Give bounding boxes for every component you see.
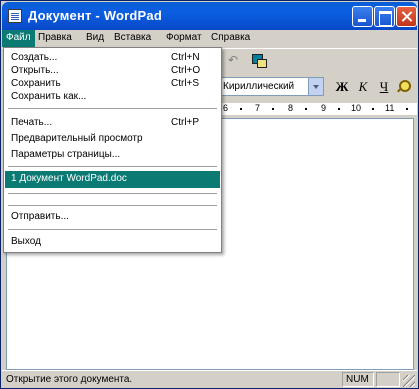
italic-button[interactable]: К xyxy=(355,79,371,95)
menu-separator xyxy=(8,205,217,206)
charset-value: Кириллический xyxy=(223,81,295,92)
menu-format[interactable]: Формат xyxy=(162,30,206,47)
ruler-number: 8 xyxy=(288,103,294,113)
insert-object-icon[interactable] xyxy=(250,52,268,69)
menu-separator xyxy=(8,166,217,167)
menu-insert[interactable]: Вставка xyxy=(110,30,155,47)
undo-icon[interactable]: ↶ xyxy=(224,52,242,69)
status-text: Открытие этого документа. xyxy=(6,374,133,385)
menu-item-recent-file[interactable]: 1 Документ WordPad.doc xyxy=(5,171,220,188)
maximize-button[interactable] xyxy=(374,6,395,27)
menu-bar: Файл Правка Вид Вставка Формат Справка xyxy=(2,30,417,47)
menu-item-label: Выход xyxy=(11,236,41,247)
color-picker-icon[interactable] xyxy=(396,79,412,95)
menu-item-label: Предварительный просмотр xyxy=(11,133,143,144)
title-bar[interactable]: Документ - WordPad xyxy=(2,2,417,30)
ruler-tick xyxy=(406,108,408,110)
ruler-number: 10 xyxy=(351,103,362,113)
ruler-number: 7 xyxy=(255,103,261,113)
ruler-number: 11 xyxy=(385,103,395,113)
menu-item-label: 1 Документ WordPad.doc xyxy=(11,173,127,184)
menu-item-print-preview[interactable]: Предварительный просмотр xyxy=(5,131,220,148)
wordpad-window: Документ - WordPad Файл Правка Вид Встав… xyxy=(0,0,419,389)
menu-item-page-setup[interactable]: Параметры страницы... xyxy=(5,147,220,164)
menu-separator xyxy=(8,108,217,109)
menu-item-label: Сохранить как... xyxy=(11,91,87,102)
num-lock-indicator: NUM xyxy=(342,372,374,387)
menu-item-label: Параметры страницы... xyxy=(11,149,121,160)
menu-file[interactable]: Файл xyxy=(2,30,35,47)
menu-edit[interactable]: Правка xyxy=(34,30,76,47)
wordpad-app-icon[interactable] xyxy=(8,9,22,23)
bold-button[interactable]: Ж xyxy=(334,79,350,95)
close-button[interactable] xyxy=(396,6,417,27)
ruler-tick xyxy=(338,108,340,110)
status-bar: Открытие этого документа. NUM xyxy=(2,370,417,388)
menu-item-exit[interactable]: Выход xyxy=(5,234,220,251)
menu-item-shortcut: Ctrl+P xyxy=(171,117,200,128)
resize-grip-icon[interactable] xyxy=(403,375,415,387)
menu-help[interactable]: Справка xyxy=(207,30,254,47)
charset-select[interactable]: Кириллический xyxy=(220,77,324,96)
minimize-button[interactable] xyxy=(352,6,373,27)
menu-item-print[interactable]: Печать... Ctrl+P xyxy=(5,115,220,132)
window-title: Документ - WordPad xyxy=(28,8,162,23)
menu-item-send[interactable]: Отправить... xyxy=(5,209,220,226)
file-menu-dropdown: Создать... Ctrl+N Открыть... Ctrl+O Сохр… xyxy=(3,47,222,253)
menu-item-label: Печать... xyxy=(11,117,53,128)
chevron-down-icon[interactable] xyxy=(308,78,323,95)
ruler-number: 9 xyxy=(321,103,327,113)
ruler-tick xyxy=(272,108,274,110)
ruler-number: 6 xyxy=(223,103,229,113)
menu-item-label: Отправить... xyxy=(11,211,69,222)
underline-button[interactable]: Ч xyxy=(376,79,392,95)
ruler-tick xyxy=(240,108,242,110)
menu-separator xyxy=(8,229,217,230)
menu-item-save-as[interactable]: Сохранить как... xyxy=(5,89,220,106)
menu-separator xyxy=(8,193,217,194)
menu-view[interactable]: Вид xyxy=(82,30,108,47)
ruler-tick xyxy=(372,108,374,110)
status-pane xyxy=(376,372,400,387)
ruler-tick xyxy=(305,108,307,110)
